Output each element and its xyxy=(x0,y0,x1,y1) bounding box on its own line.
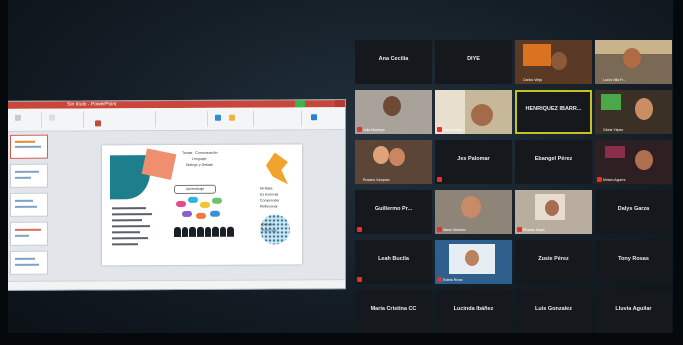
slide-heading-3: Dialogo y Debate xyxy=(186,162,213,167)
participant-tile[interactable]: Zusie Pérez xyxy=(515,240,592,284)
close-button[interactable] xyxy=(335,100,345,108)
slide-badge: Aprendizaje xyxy=(174,184,216,195)
participant-face xyxy=(551,52,567,70)
participant-tile[interactable]: Jes Palomar xyxy=(435,140,512,184)
mic-muted-icon xyxy=(437,227,442,232)
participant-face xyxy=(635,98,653,120)
mic-muted-icon xyxy=(517,227,522,232)
participant-video-tile[interactable]: Estela Rivas xyxy=(435,240,512,284)
powerpoint-window[interactable]: Sin título - PowerPoint Temas · Comunica… xyxy=(6,99,346,291)
participant-face xyxy=(389,148,405,166)
participant-tile[interactable]: Guillermo Pr... xyxy=(355,190,432,234)
participant-tile[interactable]: Lluvia Aguilar xyxy=(595,290,672,334)
slide-heading-1: Temas · Comunicación xyxy=(182,150,218,155)
participant-tile[interactable]: DIYE xyxy=(435,40,512,84)
new-slide-icon[interactable] xyxy=(49,114,55,121)
side-list-1: Mi Meta xyxy=(260,186,273,191)
mic-muted-icon xyxy=(357,277,362,282)
orange-shape xyxy=(266,152,288,184)
side-list-3: Comprender xyxy=(260,198,280,203)
participant-tile[interactable]: María Cristina CC xyxy=(355,290,432,334)
font-color-icon[interactable] xyxy=(95,120,101,127)
participant-tile[interactable]: Ebangel Pérez xyxy=(515,140,592,184)
ribbon-group-editing[interactable] xyxy=(255,110,302,127)
slide-thumbnails xyxy=(10,134,50,279)
ribbon[interactable] xyxy=(7,107,345,132)
slide-thumbnail[interactable] xyxy=(10,134,48,159)
participant-face xyxy=(461,196,481,218)
ribbon-group-drawing[interactable] xyxy=(209,110,254,127)
slide-thumbnail[interactable] xyxy=(10,163,48,188)
mic-muted-icon xyxy=(437,127,442,132)
status-bar xyxy=(7,279,345,290)
participant-face xyxy=(545,200,559,216)
participant-video-tile[interactable]: Rosario Vázquez xyxy=(355,140,432,184)
participant-tile[interactable]: Dalys Garza xyxy=(595,190,672,234)
participant-face xyxy=(471,104,493,126)
participant-tile[interactable]: Ana Cecilia xyxy=(355,40,432,84)
mic-muted-icon xyxy=(357,227,362,232)
mic-muted-icon xyxy=(597,177,602,182)
side-list-5: Debatir xyxy=(262,222,274,227)
mic-muted-icon xyxy=(357,127,362,132)
side-list-4: Reflexionar xyxy=(260,204,278,209)
ribbon-group-clipboard[interactable] xyxy=(11,111,42,128)
participant-video-tile[interactable]: Iliana Sánchez xyxy=(435,190,512,234)
participant-video-tile[interactable]: Julia Montoya xyxy=(355,90,432,134)
participant-face xyxy=(465,250,479,266)
side-list-2: Es Esencial xyxy=(260,192,279,197)
speech-bubbles-graphic xyxy=(174,196,230,227)
designer-icon[interactable] xyxy=(311,114,317,121)
participant-video-tile[interactable]: Ivonne Silva xyxy=(435,90,512,134)
participant-tile[interactable]: Luis Gonzalez xyxy=(515,290,592,334)
ribbon-group-paragraph[interactable] xyxy=(157,110,208,128)
mic-muted-icon xyxy=(437,177,442,182)
share-indicator[interactable] xyxy=(295,100,305,108)
slide-thumbnail[interactable] xyxy=(10,192,48,217)
arrange-icon[interactable] xyxy=(229,114,235,121)
side-list-6: Participar xyxy=(262,228,277,233)
monitor-bezel xyxy=(0,0,8,345)
participant-video-tile[interactable]: Miriam Aguirre xyxy=(595,140,672,184)
ribbon-group-designer[interactable] xyxy=(303,110,339,126)
ribbon-group-font[interactable] xyxy=(85,111,156,128)
active-speaker-tile[interactable]: HENRIQUEZ IBARR... xyxy=(515,90,592,134)
current-slide[interactable]: Temas · Comunicación Lenguaje Dialogo y … xyxy=(102,144,302,266)
participant-video-tile[interactable]: Carlos Vieja xyxy=(515,40,592,84)
participant-gallery: Ana Cecilia DIYE Carlos Vieja Lucía Vill… xyxy=(355,40,673,340)
slide-heading-2: Lenguaje xyxy=(192,156,207,161)
participant-face xyxy=(373,146,389,164)
monitor-bezel xyxy=(0,333,683,345)
participant-video-tile[interactable]: Lucía Villa Fr... xyxy=(595,40,672,84)
participant-video-tile[interactable]: Gloria Yépez xyxy=(595,90,672,134)
participant-tile[interactable]: Tony Rosas xyxy=(595,240,672,284)
slide-thumbnail[interactable] xyxy=(10,221,48,246)
editor-area: Temas · Comunicación Lenguaje Dialogo y … xyxy=(7,130,345,282)
paste-icon[interactable] xyxy=(15,114,21,121)
shapes-icon[interactable] xyxy=(215,114,221,121)
participant-tile[interactable]: Leah Bucila xyxy=(355,240,432,284)
participant-video-tile[interactable]: Ricardo Maya xyxy=(515,190,592,234)
mic-muted-icon xyxy=(437,277,442,282)
slide-thumbnail[interactable] xyxy=(10,250,48,275)
participant-tile[interactable]: Lucinda Ibáñez xyxy=(435,290,512,334)
ribbon-group-slides[interactable] xyxy=(43,111,84,128)
monitor-bezel xyxy=(673,0,683,345)
participant-face xyxy=(635,150,653,170)
audience-graphic xyxy=(174,226,234,238)
participant-face xyxy=(383,96,401,116)
participant-face xyxy=(623,48,641,68)
monitor-screen: Sin título - PowerPoint Temas · Comunica… xyxy=(0,0,683,345)
